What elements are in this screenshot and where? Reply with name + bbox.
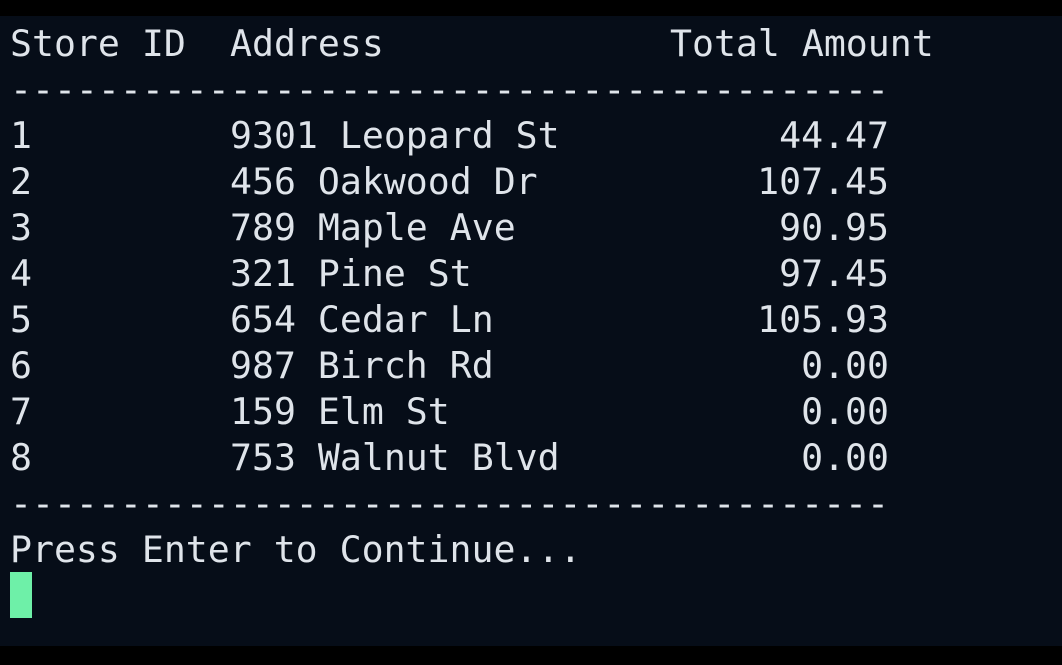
window-top-bar xyxy=(0,0,1062,16)
table-row: 1 9301 Leopard St 44.47 xyxy=(10,113,889,159)
row-total-amount: 44.47 xyxy=(779,114,889,157)
row-address: 753 Walnut Blvd xyxy=(230,436,560,479)
row-total-amount: 97.45 xyxy=(779,252,889,295)
row-store-id: 2 xyxy=(10,160,32,203)
row-total-amount: 0.00 xyxy=(801,344,889,387)
top-divider: ---------------------------------------- xyxy=(10,68,889,111)
row-total-amount: 107.45 xyxy=(757,160,889,203)
row-total-amount: 105.93 xyxy=(757,298,889,341)
table-header: Store ID Address Total Amount xyxy=(10,21,934,67)
row-store-id: 8 xyxy=(10,436,32,479)
row-address: 789 Maple Ave xyxy=(230,206,516,249)
continue-prompt: Press Enter to Continue... xyxy=(10,528,582,571)
table-row: 3 789 Maple Ave 90.95 xyxy=(10,205,889,251)
row-total-amount: 0.00 xyxy=(801,390,889,433)
row-address: 9301 Leopard St xyxy=(230,114,560,157)
row-address: 987 Birch Rd xyxy=(230,344,494,387)
text-cursor[interactable] xyxy=(10,572,32,618)
row-store-id: 7 xyxy=(10,390,32,433)
row-store-id: 3 xyxy=(10,206,32,249)
table-row: 6 987 Birch Rd 0.00 xyxy=(10,343,889,389)
row-total-amount: 90.95 xyxy=(779,206,889,249)
header-address: Address xyxy=(230,22,384,65)
table-row: 7 159 Elm St 0.00 xyxy=(10,389,889,435)
row-address: 159 Elm St xyxy=(230,390,450,433)
table-row: 4 321 Pine St 97.45 xyxy=(10,251,889,297)
row-store-id: 1 xyxy=(10,114,32,157)
table-row: 5 654 Cedar Ln 105.93 xyxy=(10,297,889,343)
row-address: 321 Pine St xyxy=(230,252,472,295)
bottom-divider: ---------------------------------------- xyxy=(10,482,889,525)
row-store-id: 5 xyxy=(10,298,32,341)
row-store-id: 4 xyxy=(10,252,32,295)
row-store-id: 6 xyxy=(10,344,32,387)
row-address: 456 Oakwood Dr xyxy=(230,160,538,203)
row-total-amount: 0.00 xyxy=(801,436,889,479)
table-row: 8 753 Walnut Blvd 0.00 xyxy=(10,435,889,481)
terminal-window[interactable]: Store ID Address Total Amount ----------… xyxy=(0,16,1062,646)
header-store-id: Store ID xyxy=(10,22,186,65)
row-address: 654 Cedar Ln xyxy=(230,298,494,341)
header-total-amount: Total Amount xyxy=(670,22,934,65)
table-row: 2 456 Oakwood Dr 107.45 xyxy=(10,159,889,205)
